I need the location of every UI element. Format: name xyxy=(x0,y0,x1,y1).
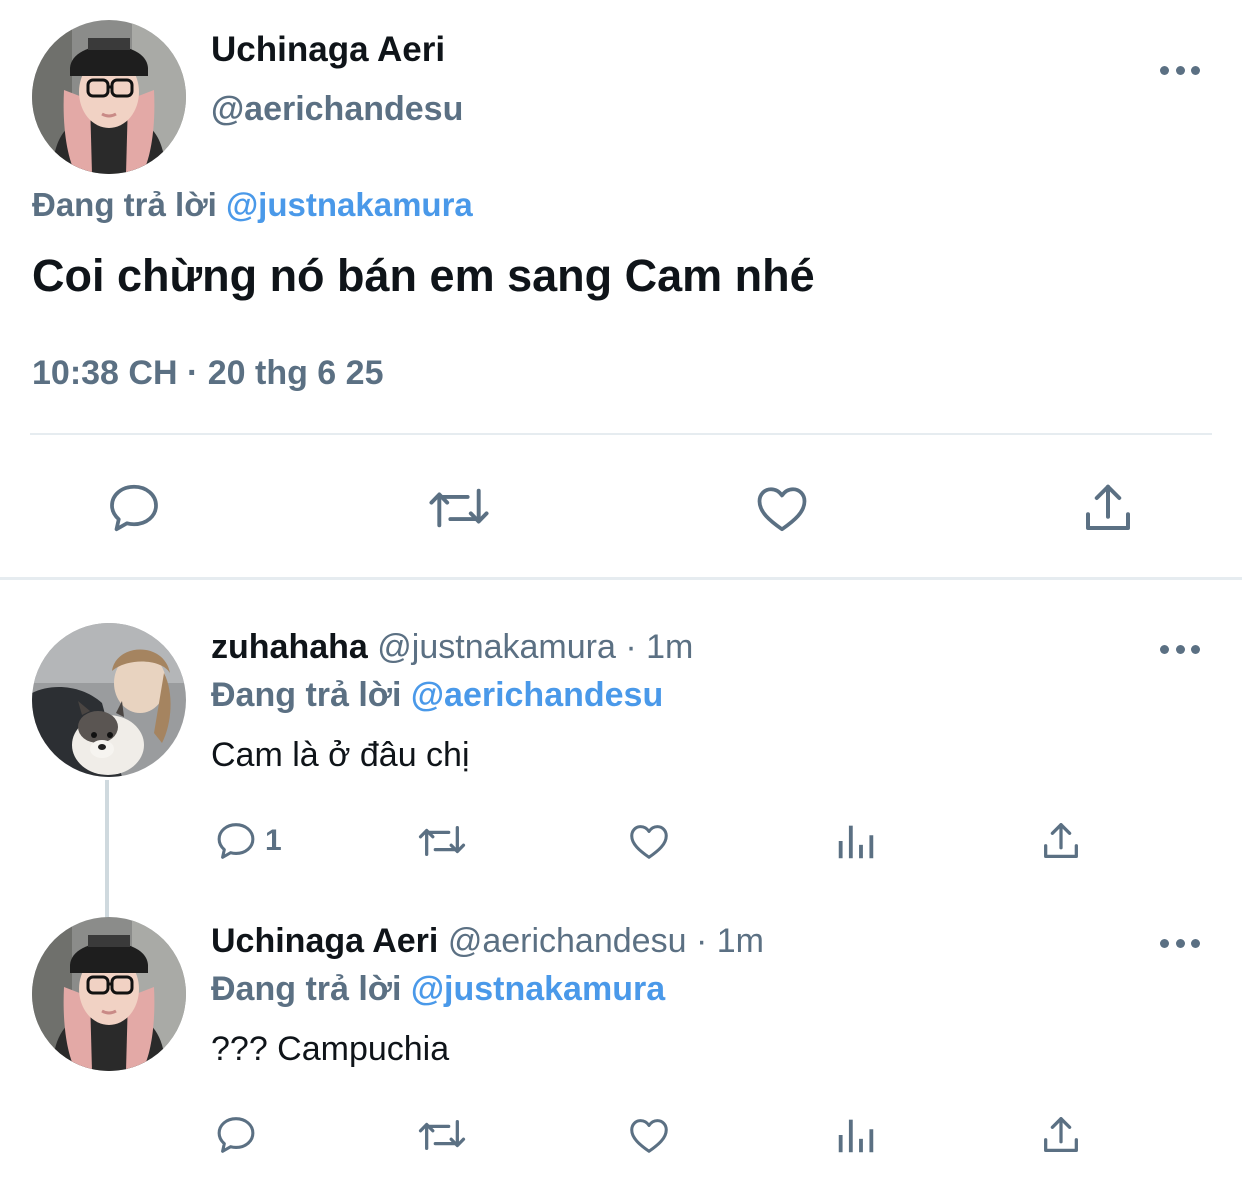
like-button[interactable] xyxy=(626,818,672,864)
retweet-icon xyxy=(418,1119,466,1151)
retweet-icon xyxy=(418,825,466,857)
analytics-button[interactable] xyxy=(833,1112,879,1158)
dot xyxy=(1175,938,1185,948)
dot xyxy=(1191,65,1200,75)
like-button[interactable] xyxy=(752,478,812,538)
dot xyxy=(1175,644,1185,654)
like-button[interactable] xyxy=(626,1112,672,1158)
dot xyxy=(1160,644,1169,654)
tweet-thread: Uchinaga Aeri @aerichandesu Đang trả lời… xyxy=(0,0,1242,1181)
reply-header: zuhahaha @justnakamura · 1m xyxy=(211,628,693,667)
share-button[interactable] xyxy=(1038,1112,1084,1158)
dot xyxy=(1175,65,1185,75)
replying-to-link[interactable]: @justnakamura xyxy=(226,186,473,223)
reply-button[interactable]: 1 xyxy=(213,818,282,864)
reply-icon xyxy=(217,1117,255,1153)
dot xyxy=(1160,938,1169,948)
avatar-aeri[interactable] xyxy=(32,20,186,174)
avatar-zuhahaha-image xyxy=(32,623,186,777)
more-options-icon[interactable] xyxy=(1160,60,1200,80)
share-icon xyxy=(1044,823,1078,858)
like-icon xyxy=(630,825,668,859)
reply-time[interactable]: · 1m xyxy=(625,628,693,666)
replying-to-link[interactable]: @aerichandesu xyxy=(411,676,663,714)
tweet-text: Coi chừng nó bán em sang Cam nhé xyxy=(32,250,815,301)
replying-to-line: Đang trả lời @aerichandesu xyxy=(211,676,663,715)
author-handle[interactable]: @aerichandesu xyxy=(211,90,463,129)
replying-to-link[interactable]: @justnakamura xyxy=(411,970,665,1008)
retweet-button[interactable] xyxy=(416,818,468,864)
reply-header: Uchinaga Aeri @aerichandesu · 1m xyxy=(211,922,764,961)
like-icon xyxy=(630,1119,668,1153)
replying-prefix: Đang trả lời xyxy=(32,186,217,223)
reply-author-handle[interactable]: @justnakamura xyxy=(377,628,616,666)
reply-author-name[interactable]: Uchinaga Aeri xyxy=(211,922,438,960)
avatar-aeri[interactable] xyxy=(32,917,186,1071)
reply-button[interactable] xyxy=(213,1112,259,1158)
dot xyxy=(1191,938,1200,948)
section-divider xyxy=(0,577,1242,580)
thread-connector xyxy=(105,780,109,918)
dot xyxy=(1160,65,1169,75)
divider xyxy=(30,433,1212,435)
share-icon xyxy=(1044,1117,1078,1152)
more-options-icon[interactable] xyxy=(1160,933,1200,953)
share-button[interactable] xyxy=(1078,478,1138,538)
retweet-button[interactable] xyxy=(427,478,491,538)
analytics-icon xyxy=(838,1119,874,1153)
more-options-icon[interactable] xyxy=(1160,639,1200,659)
reply-button[interactable] xyxy=(104,478,164,538)
dot xyxy=(1191,644,1200,654)
reply-author-name[interactable]: zuhahaha xyxy=(211,628,368,666)
reply-icon xyxy=(217,823,255,859)
share-button[interactable] xyxy=(1038,818,1084,864)
retweet-button[interactable] xyxy=(416,1112,468,1158)
replying-prefix: Đang trả lời xyxy=(211,970,402,1008)
reply-count: 1 xyxy=(265,824,282,857)
avatar-aeri-image xyxy=(32,20,186,174)
reply-text: ??? Campuchia xyxy=(211,1030,450,1068)
replying-to-line: Đang trả lời @justnakamura xyxy=(211,970,665,1009)
avatar-zuhahaha[interactable] xyxy=(32,623,186,777)
reply-text: Cam là ở đâu chị xyxy=(211,736,470,774)
avatar-aeri-image xyxy=(32,917,186,1071)
replying-to-line: Đang trả lời @justnakamura xyxy=(32,186,473,224)
analytics-icon xyxy=(838,825,874,859)
author-name[interactable]: Uchinaga Aeri xyxy=(211,30,445,70)
tweet-timestamp[interactable]: 10:38 CH · 20 thg 6 25 xyxy=(32,354,383,393)
reply-icon xyxy=(110,484,158,532)
like-icon xyxy=(757,487,807,532)
retweet-icon xyxy=(429,488,489,528)
replying-prefix: Đang trả lời xyxy=(211,676,402,714)
reply-time[interactable]: · 1m xyxy=(696,922,764,960)
reply-author-handle[interactable]: @aerichandesu xyxy=(448,922,687,960)
share-icon xyxy=(1086,484,1130,530)
analytics-button[interactable] xyxy=(833,818,879,864)
